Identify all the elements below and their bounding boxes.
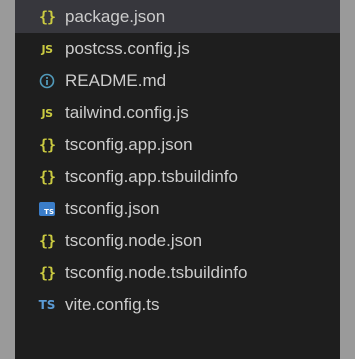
typescript-config-icon: TS <box>39 202 55 216</box>
json-braces-icon: {} <box>38 136 56 154</box>
json-braces-icon: {} <box>38 168 56 186</box>
json-braces-icon: {} <box>38 7 56 26</box>
file-item-label: tsconfig.node.tsbuildinfo <box>65 263 248 282</box>
json-braces-icon: {} <box>38 232 56 250</box>
file-item-label: postcss.config.js <box>65 39 190 58</box>
file-item-label: tsconfig.app.json <box>65 135 193 154</box>
file-explorer: {} package.json JS postcss.config.js REA… <box>15 0 340 359</box>
screenshot-frame: {} package.json JS postcss.config.js REA… <box>0 0 355 359</box>
typescript-icon: TS <box>38 298 56 312</box>
file-item-label: README.md <box>65 71 167 90</box>
file-item-package-json[interactable]: {} package.json <box>15 0 340 33</box>
info-icon <box>37 71 57 91</box>
file-item-tsconfig-app-json[interactable]: {} tsconfig.app.json <box>15 129 340 161</box>
javascript-icon: JS <box>41 42 53 56</box>
file-item-readme-md[interactable]: README.md <box>15 65 340 97</box>
file-item-tailwind-config-js[interactable]: JS tailwind.config.js <box>15 97 340 129</box>
file-item-tsconfig-json[interactable]: TS tsconfig.json <box>15 193 340 225</box>
file-item-label: package.json <box>65 6 166 26</box>
file-item-tsconfig-node-json[interactable]: {} tsconfig.node.json <box>15 225 340 257</box>
file-item-label: tsconfig.node.json <box>65 231 203 250</box>
file-item-label: vite.config.ts <box>65 295 160 314</box>
file-item-vite-config-ts[interactable]: TS vite.config.ts <box>15 289 340 321</box>
typescript-config-glyph: TS <box>44 208 54 216</box>
javascript-icon: JS <box>41 106 53 120</box>
file-item-postcss-config-js[interactable]: JS postcss.config.js <box>15 33 340 65</box>
json-braces-icon: {} <box>38 264 56 282</box>
file-item-tsconfig-app-tsbuildinfo[interactable]: {} tsconfig.app.tsbuildinfo <box>15 161 340 193</box>
file-item-label: tsconfig.json <box>65 199 160 218</box>
file-item-label: tsconfig.app.tsbuildinfo <box>65 167 238 186</box>
file-item-tsconfig-node-tsbuildinfo[interactable]: {} tsconfig.node.tsbuildinfo <box>15 257 340 289</box>
file-item-label: tailwind.config.js <box>65 103 189 122</box>
